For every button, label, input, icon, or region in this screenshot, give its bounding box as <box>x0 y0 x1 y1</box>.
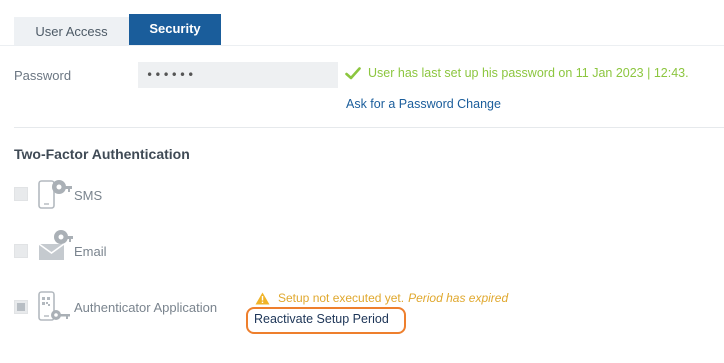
tab-user-access[interactable]: User Access <box>14 17 129 45</box>
password-field[interactable] <box>138 62 338 88</box>
password-status: User has last set up his password on 11 … <box>345 66 689 80</box>
email-checkbox[interactable] <box>14 244 28 258</box>
password-label: Password <box>14 68 72 83</box>
envelope-key-icon <box>38 230 73 260</box>
checkmark-icon <box>345 66 361 79</box>
tab-security[interactable]: Security <box>129 14 221 45</box>
section-divider <box>14 127 724 128</box>
sms-checkbox[interactable] <box>14 187 28 201</box>
reactivate-setup-link[interactable]: Reactivate Setup Period <box>254 312 389 326</box>
warning-text: Setup not executed yet. <box>278 291 405 305</box>
setup-warning: Setup not executed yet. Period has expir… <box>255 291 508 305</box>
email-option-label: Email <box>74 244 107 259</box>
phone-key-icon <box>38 180 72 209</box>
phone-qr-key-icon <box>38 291 70 321</box>
warning-emphasis: Period has expired <box>408 291 509 305</box>
warning-icon <box>255 292 270 304</box>
authenticator-checkbox[interactable] <box>14 300 28 314</box>
tfa-title: Two-Factor Authentication <box>14 146 190 162</box>
sms-option-label: SMS <box>74 188 103 203</box>
authenticator-option-label: Authenticator Application <box>74 300 218 315</box>
password-status-text: User has last set up his password on 11 … <box>368 66 689 80</box>
password-change-link[interactable]: Ask for a Password Change <box>346 97 501 111</box>
tab-bar: User Access Security <box>0 14 724 46</box>
